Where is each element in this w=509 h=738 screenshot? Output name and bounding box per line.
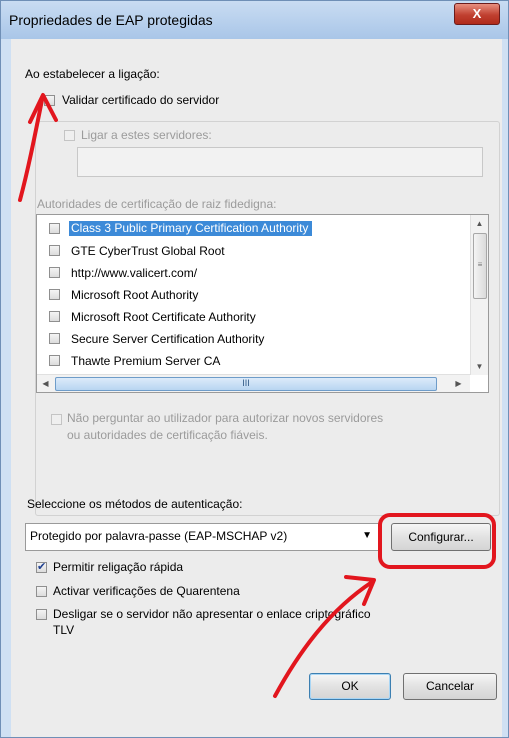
list-item-label: Class 3 Public Primary Certification Aut…: [69, 221, 313, 236]
cancel-button[interactable]: Cancelar: [403, 673, 497, 700]
chevron-right-icon[interactable]: ▶: [451, 376, 466, 391]
window-title: Propriedades de EAP protegidas: [9, 12, 213, 28]
title-bar[interactable]: Propriedades de EAP protegidas X: [1, 1, 508, 40]
horizontal-scroll-thumb[interactable]: III: [55, 377, 437, 391]
list-item-label: Microsoft Root Certificate Authority: [71, 310, 256, 324]
vertical-scroll-thumb[interactable]: ≡: [473, 233, 487, 299]
list-item[interactable]: Microsoft Root Authority: [43, 285, 463, 305]
list-item-checkbox[interactable]: [49, 333, 60, 344]
chevron-left-icon[interactable]: ◀: [38, 376, 53, 391]
horizontal-scrollbar[interactable]: ◀ III ▶: [37, 374, 470, 392]
list-item-label: Microsoft Root Authority: [71, 288, 199, 302]
cancel-button-label: Cancelar: [425, 679, 475, 693]
list-item-label: GTE CyberTrust Global Root: [71, 244, 225, 258]
list-item-checkbox[interactable]: [49, 267, 60, 278]
list-item[interactable]: http://www.valicert.com/: [43, 263, 463, 283]
servers-input[interactable]: [77, 147, 483, 177]
list-item[interactable]: Secure Server Certification Authority: [43, 329, 463, 349]
window-frame-left: [1, 39, 11, 737]
connect-servers-label: Ligar a estes servidores:: [81, 128, 212, 142]
fast-reconnect-checkbox[interactable]: [36, 560, 47, 573]
disconnect-tlv-label-line1[interactable]: Desligar se o servidor não apresentar o …: [53, 607, 371, 621]
quarantine-label[interactable]: Activar verificações de Quarentena: [53, 584, 240, 598]
validate-cert-checkbox[interactable]: [44, 95, 55, 106]
close-button[interactable]: X: [454, 3, 500, 25]
annotation-highlight-box: [378, 513, 496, 569]
list-item-checkbox[interactable]: [49, 245, 60, 256]
no-prompt-label-line1: Não perguntar ao utilizador para autoriz…: [67, 411, 384, 425]
list-item[interactable]: Microsoft Root Certificate Authority: [43, 307, 463, 327]
close-icon: X: [472, 6, 482, 21]
vertical-scrollbar[interactable]: ▲ ≡ ▼: [470, 215, 488, 375]
list-item[interactable]: Class 3 Public Primary Certification Aut…: [43, 219, 463, 239]
validate-cert-label[interactable]: Validar certificado do servidor: [62, 93, 219, 107]
list-item-label: Secure Server Certification Authority: [71, 332, 265, 346]
root-ca-list[interactable]: Class 3 Public Primary Certification Aut…: [36, 214, 489, 393]
ok-button-label: OK: [341, 679, 359, 693]
fast-reconnect-label[interactable]: Permitir religação rápida: [53, 560, 183, 574]
connect-servers-checkbox[interactable]: [64, 130, 75, 141]
list-item-label: http://www.valicert.com/: [71, 266, 198, 280]
list-item-checkbox[interactable]: [49, 355, 60, 366]
connect-heading: Ao estabelecer a ligação:: [25, 67, 160, 81]
auth-method-value: Protegido por palavra-passe (EAP-MSCHAP …: [30, 529, 288, 543]
window-frame-right: [502, 39, 508, 737]
list-item-label: Thawte Premium Server CA: [71, 354, 221, 368]
auth-heading: Seleccione os métodos de autenticação:: [27, 497, 243, 511]
list-item-checkbox[interactable]: [49, 311, 60, 322]
quarantine-checkbox[interactable]: [36, 586, 47, 597]
list-item[interactable]: GTE CyberTrust Global Root: [43, 241, 463, 261]
dialog-body: Ao estabelecer a ligação: Validar certif…: [11, 39, 502, 737]
dialog-window: Propriedades de EAP protegidas X Ao esta…: [0, 0, 509, 738]
list-item[interactable]: Thawte Premium Server CA: [43, 351, 463, 371]
list-item-checkbox[interactable]: [49, 289, 60, 300]
no-prompt-checkbox[interactable]: [51, 414, 62, 425]
disconnect-tlv-label-line2[interactable]: TLV: [53, 623, 74, 637]
auth-method-select[interactable]: Protegido por palavra-passe (EAP-MSCHAP …: [25, 523, 379, 551]
no-prompt-label-line2: ou autoridades de certificação fiáveis.: [67, 428, 268, 442]
chevron-down-icon[interactable]: ▼: [362, 530, 372, 541]
chevron-down-icon[interactable]: ▼: [472, 359, 487, 374]
disconnect-tlv-checkbox[interactable]: [36, 609, 47, 620]
root-ca-label: Autoridades de certificação de raiz fide…: [37, 197, 277, 211]
chevron-up-icon[interactable]: ▲: [472, 216, 487, 231]
list-item-checkbox[interactable]: [49, 223, 60, 234]
ok-button[interactable]: OK: [309, 673, 391, 700]
